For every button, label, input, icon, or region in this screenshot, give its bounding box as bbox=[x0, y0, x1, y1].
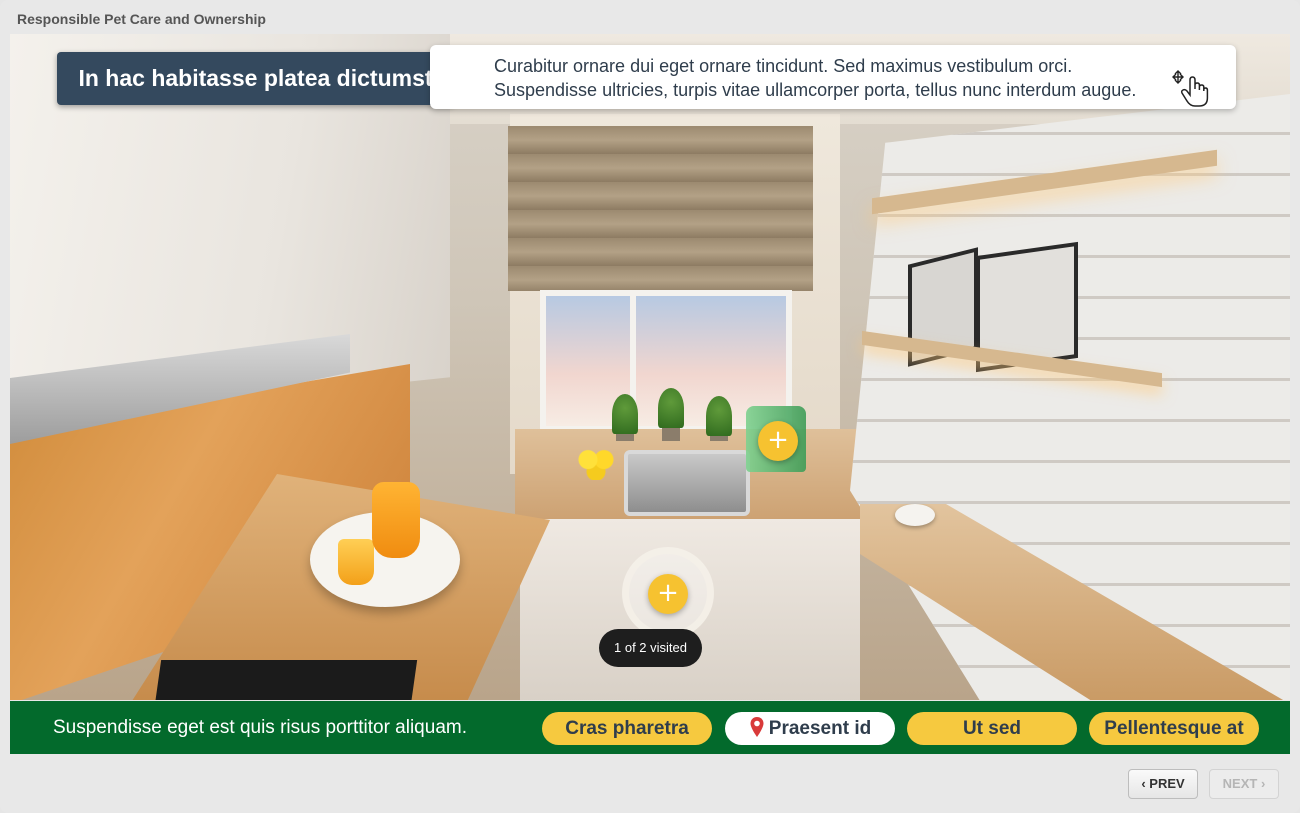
location-label: Ut sed bbox=[962, 718, 1022, 739]
panorama-scene[interactable]: + + 1 of 2 visited bbox=[10, 34, 1290, 700]
location-button-cras-pharetra[interactable]: Cras pharetra bbox=[542, 712, 712, 745]
nav-caption: Suspendisse eget est quis risus porttito… bbox=[53, 717, 467, 738]
plant-pot bbox=[662, 427, 680, 441]
prev-button[interactable]: ‹ PREV bbox=[1128, 769, 1198, 799]
scene-heading: In hac habitasse platea dictumst bbox=[57, 52, 454, 105]
plant bbox=[658, 388, 684, 428]
description-line: Curabitur ornare dui eget ornare tincidu… bbox=[494, 56, 1073, 76]
description-line: Suspendisse ultricies, turpis vitae ulla… bbox=[494, 80, 1137, 100]
location-label: Cras pharetra bbox=[565, 718, 689, 739]
location-button-ut-sed[interactable]: Ut sed bbox=[907, 712, 1077, 745]
next-label: NEXT bbox=[1222, 776, 1258, 791]
app-window: Responsible Pet Care and Ownership + + 1… bbox=[0, 0, 1300, 813]
course-title: Responsible Pet Care and Ownership bbox=[17, 11, 266, 27]
hotspot-cabinet[interactable]: + bbox=[648, 574, 688, 614]
hand-drag-icon bbox=[1172, 70, 1209, 107]
visited-counter: 1 of 2 visited bbox=[599, 629, 702, 667]
plus-icon: + bbox=[657, 578, 679, 608]
cup bbox=[895, 504, 935, 526]
plant bbox=[706, 396, 732, 436]
map-pin-icon bbox=[750, 717, 764, 737]
location-button-pellentesque-at[interactable]: Pellentesque at bbox=[1089, 712, 1259, 745]
window-blind bbox=[508, 126, 813, 291]
location-button-praesent-id[interactable]: Praesent id bbox=[725, 712, 895, 745]
cooktop bbox=[154, 660, 418, 700]
juice-jug bbox=[372, 482, 420, 558]
sink bbox=[624, 450, 750, 516]
juice-glass bbox=[338, 539, 374, 585]
location-label: Pellentesque at bbox=[1104, 718, 1244, 739]
plant bbox=[612, 394, 638, 434]
scene-description: Curabitur ornare dui eget ornare tincidu… bbox=[430, 45, 1236, 109]
chevron-right-icon: › bbox=[1260, 776, 1266, 791]
hotspot-bottles[interactable]: + bbox=[758, 421, 798, 461]
next-button: NEXT › bbox=[1209, 769, 1279, 799]
chevron-left-icon: ‹ bbox=[1141, 776, 1146, 791]
lemons bbox=[576, 446, 616, 480]
plus-icon: + bbox=[767, 425, 789, 455]
prev-label: PREV bbox=[1149, 776, 1185, 791]
location-label: Praesent id bbox=[768, 718, 872, 739]
location-nav-bar: Suspendisse eget est quis risus porttito… bbox=[10, 701, 1290, 754]
